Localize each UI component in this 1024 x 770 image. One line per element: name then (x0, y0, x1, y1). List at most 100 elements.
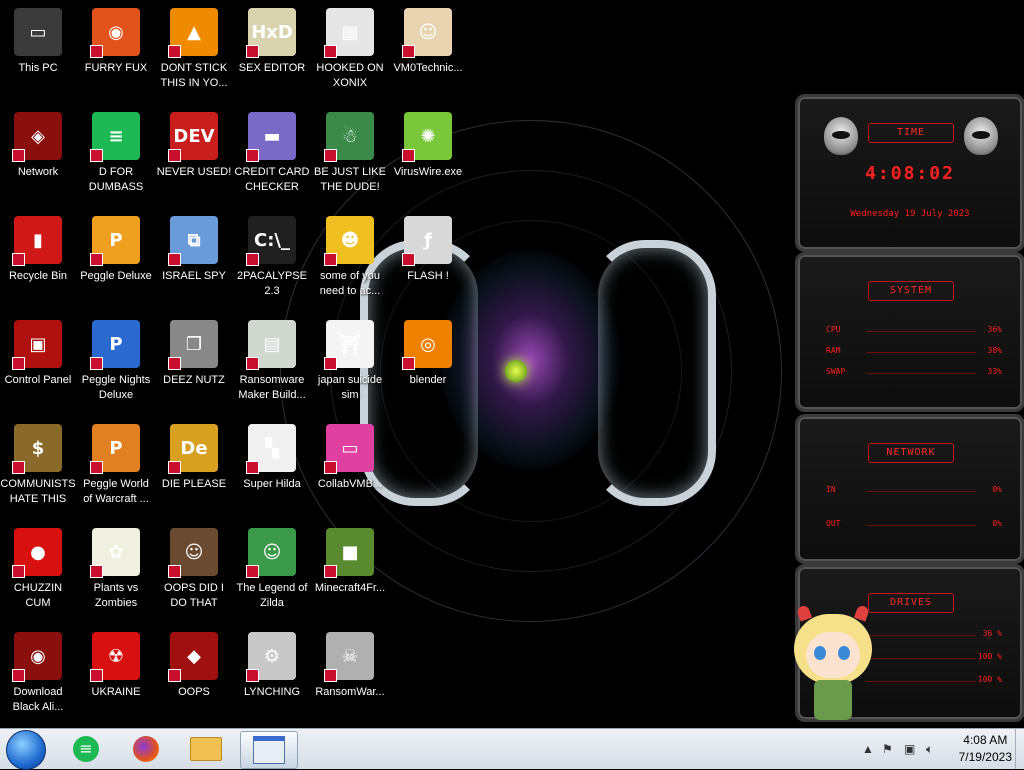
desktop-icon[interactable]: De DIE PLEASE (156, 420, 232, 520)
desktop-icon[interactable]: ≡ D FOR DUMBASS (78, 108, 154, 208)
alien-head-icon (824, 117, 858, 155)
shortcut-arrow-icon (246, 45, 259, 58)
skull-icon: ☠ (324, 632, 374, 682)
system-title: SYSTEM (868, 281, 954, 301)
desktop-icon[interactable]: DEV NEVER USED! (156, 108, 232, 208)
desktop-icon[interactable]: ▭ This PC (0, 4, 76, 104)
volume-icon[interactable]: 🔈︎ (926, 742, 933, 757)
desktop-icon[interactable]: ☠ RansomWar... (312, 628, 388, 728)
icon-glyph: ◆ (187, 645, 201, 667)
desktop-icon[interactable]: ✺ VirusWire.exe (390, 108, 466, 208)
desktop-icon[interactable]: ⧉ ISRAEL SPY (156, 212, 232, 312)
desktop-icon[interactable]: P Peggle Nights Deluxe (78, 316, 154, 416)
shortcut-arrow-icon (90, 149, 103, 162)
desktop-icon[interactable]: C:\_ 2PACALYPSE 2.3 (234, 212, 310, 312)
network-title: NETWORK (868, 443, 954, 463)
desktop-icon[interactable]: ☺ OOPS DID I DO THAT (156, 524, 232, 624)
shortcut-arrow-icon (324, 669, 337, 682)
shortcut-arrow-icon (168, 45, 181, 58)
desktop-icon[interactable]: HxD SEX EDITOR (234, 4, 310, 104)
clock-date: 7/19/2023 (958, 750, 1012, 764)
shortcut-arrow-icon (168, 669, 181, 682)
desktop-icon[interactable]: P Peggle World of Warcraft ... (78, 420, 154, 520)
desktop-icon[interactable]: P Peggle Deluxe (78, 212, 154, 312)
desktop-icon-label: CREDIT CARD CHECKER (234, 166, 310, 193)
icon-glyph: De (180, 437, 208, 459)
zelda-link-icon: ☺ (246, 528, 296, 578)
icon-glyph: ⚙ (263, 645, 281, 667)
stat-bar (866, 658, 976, 659)
time-gadget[interactable]: TIME 4:08:02 Wednesday 19 July 2023 (795, 94, 1024, 252)
desktop-icon[interactable]: ■ Minecraft4Fr... (312, 524, 388, 624)
icon-glyph: ▦ (341, 21, 359, 43)
desktop-icon[interactable]: ⛩ japan suicide sim (312, 316, 388, 416)
taskbar-clock[interactable]: 4:08 AM 7/19/2023 (959, 732, 1012, 766)
desktop-icon[interactable]: ☃ BE JUST LIKE THE DUDE! (312, 108, 388, 208)
clock-time: 4:08 AM (963, 733, 1008, 747)
desktop-icon[interactable]: ● CHUZZIN CUM (0, 524, 76, 624)
desktop-icon[interactable]: ❐ DEEZ NUTZ (156, 316, 232, 416)
shortcut-arrow-icon (90, 45, 103, 58)
stat-value: 100 % (977, 652, 1002, 661)
shortcut-arrow-icon (90, 357, 103, 370)
computer-icon: ▭ (14, 8, 62, 56)
collabvm-taskbar-button[interactable] (240, 731, 298, 769)
desktop-icon[interactable]: ◈ Network (0, 108, 76, 208)
firefox-icon: ◉ (90, 8, 140, 58)
file-explorer-taskbar-button[interactable] (180, 731, 232, 767)
desktop-icon[interactable]: ◎ blender (390, 316, 466, 416)
icon-glyph: ◉ (108, 21, 124, 43)
desktop-icon[interactable]: ▤ Ransomware Maker Build... (234, 316, 310, 416)
network-status-icon[interactable]: ▣ (904, 742, 915, 756)
icon-glyph: ▤ (263, 333, 281, 355)
stat-row: OUT 0% (826, 519, 1002, 533)
desktop-icon[interactable]: $ COMMUNISTS HATE THIS G... (0, 420, 76, 520)
desktop-icon[interactable]: ☢ UKRAINE (78, 628, 154, 728)
shortcut-arrow-icon (90, 565, 103, 578)
network-gadget[interactable]: NETWORK IN 0% OUT 0% (795, 414, 1024, 564)
desktop-icon[interactable]: ▲ DONT STICK THIS IN YO... (156, 4, 232, 104)
desktop-icon[interactable]: ✿ Plants vs Zombies (78, 524, 154, 624)
system-gadget[interactable]: SYSTEM CPU 36% RAM 38% SWAP 33% (795, 252, 1024, 412)
doctor-icon: ☺ (402, 8, 452, 58)
japanese-doc-icon: ⛩ (324, 320, 374, 370)
start-button[interactable] (6, 730, 46, 770)
desktop-icon[interactable]: ▦ HOOKED ON XONIX (312, 4, 388, 104)
xonix-game-icon: ▦ (324, 8, 374, 58)
desktop-icon[interactable]: ▮ Recycle Bin (0, 212, 76, 312)
desktop-icon[interactable]: ◉ Download Black Ali... (0, 628, 76, 728)
icon-glyph: ● (30, 541, 46, 563)
desktop-icon[interactable]: ☺ VM0Technic... (390, 4, 466, 104)
desktop-icon[interactable]: ▭ CollabVMB... (312, 420, 388, 520)
desktop-icon[interactable]: ▣ Control Panel (0, 316, 76, 416)
show-desktop-button[interactable] (1015, 729, 1024, 769)
desktop-icon[interactable]: ◉ FURRY FUX (78, 4, 154, 104)
desktop[interactable]: ▭ This PC ◉ FURRY FUX ▲ DONT STICK THIS IN YO… (0, 0, 1024, 728)
action-center-flag-icon[interactable]: ⚑ (882, 742, 893, 756)
stat-label: IN (826, 485, 836, 494)
desktop-icon-label: Peggle Deluxe (80, 270, 152, 282)
shortcut-arrow-icon (12, 357, 25, 370)
desktop-icon[interactable]: ☻ some of you need to ac... (312, 212, 388, 312)
shortcut-arrow-icon (324, 253, 337, 266)
show-hidden-icons-chevron-icon[interactable]: ▲ (862, 742, 874, 756)
icon-glyph: ƒ (424, 229, 432, 251)
desktop-icon[interactable]: ◆ OOPS (156, 628, 232, 728)
desktop-icon[interactable]: ☺ The Legend of Zilda (234, 524, 310, 624)
icon-glyph: ✿ (108, 541, 124, 563)
stat-label: SWAP (826, 367, 846, 376)
stat-value: 0% (992, 485, 1002, 494)
desktop-icon-label: blender (409, 374, 447, 386)
lime-icon: ✺ (402, 112, 452, 162)
icon-glyph: P (109, 333, 123, 355)
firefox-taskbar-button[interactable] (120, 731, 172, 767)
shortcut-arrow-icon (324, 45, 337, 58)
icon-glyph: ▣ (29, 333, 47, 355)
desktop-icon[interactable]: ƒ FLASH ! (390, 212, 466, 312)
desktop-icon[interactable]: ▚ Super Hilda (234, 420, 310, 520)
desktop-icon[interactable]: ▬ CREDIT CARD CHECKER (234, 108, 310, 208)
desktop-icon-label: OOPS DID I DO THAT (164, 582, 224, 609)
desktop-icon[interactable]: ⚙ LYNCHING (234, 628, 310, 728)
docs-taskbar-button[interactable]: ≡ (60, 731, 112, 767)
stat-label: RAM (826, 346, 841, 355)
